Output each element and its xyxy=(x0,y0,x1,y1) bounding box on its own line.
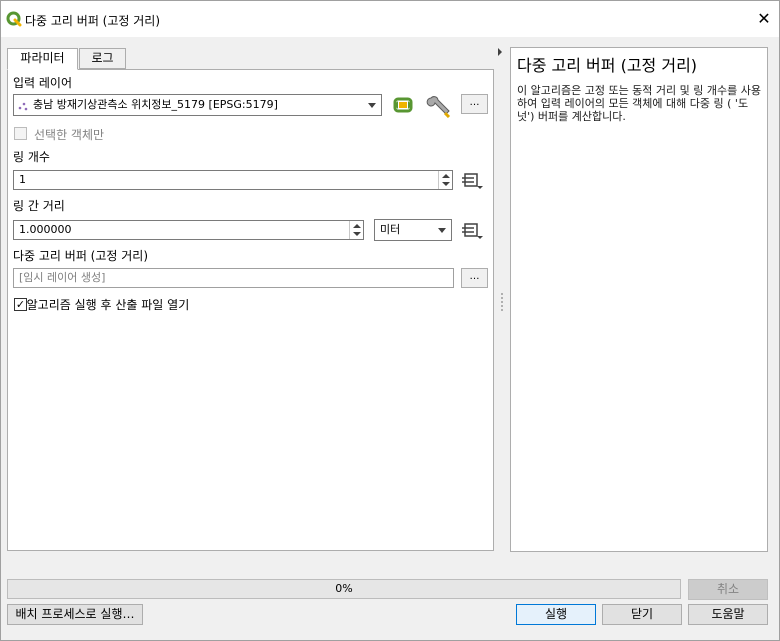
qgis-logo-icon xyxy=(6,11,22,27)
dialog-window: 다중 고리 버퍼 (고정 거리) ✕ 파라미터 로그 입력 레이어 충남 방재기… xyxy=(0,0,780,641)
selected-only-label: 선택한 객체만 xyxy=(34,128,105,142)
tab-log[interactable]: 로그 xyxy=(79,48,126,69)
input-layer-combo[interactable]: 충남 방재기상관측소 위치정보_5179 [EPSG:5179] xyxy=(13,94,382,116)
help-button[interactable]: 도움말 xyxy=(688,604,768,625)
data-defined-override-icon[interactable] xyxy=(461,221,485,241)
output-label: 다중 고리 버퍼 (고정 거리) xyxy=(13,249,149,263)
close-button[interactable]: 닫기 xyxy=(602,604,682,625)
distance-unit-combo[interactable]: 미터 xyxy=(374,219,452,241)
point-layer-icon xyxy=(18,102,28,111)
run-button[interactable]: 실행 xyxy=(516,604,596,625)
tab-parameters[interactable]: 파라미터 xyxy=(7,48,78,70)
collapse-arrow-icon[interactable] xyxy=(498,48,502,56)
output-options-button[interactable]: … xyxy=(461,268,488,288)
help-panel: 다중 고리 버퍼 (고정 거리) 이 알고리즘은 고정 또는 동적 거리 및 링… xyxy=(510,47,768,552)
progress-text: 0% xyxy=(335,582,353,595)
parameters-panel: 입력 레이어 충남 방재기상관측소 위치정보_5179 [EPSG:5179] … xyxy=(7,69,494,551)
output-destination-input[interactable]: [임시 레이어 생성] xyxy=(13,268,454,288)
progress-bar: 0% xyxy=(7,579,681,599)
help-title: 다중 고리 버퍼 (고정 거리) xyxy=(517,56,698,75)
ring-count-input[interactable]: 1 xyxy=(13,170,453,190)
iterate-refresh-icon[interactable] xyxy=(392,95,414,115)
cancel-button[interactable]: 취소 xyxy=(688,579,768,600)
window-title: 다중 고리 버퍼 (고정 거리) xyxy=(25,14,161,28)
help-description: 이 알고리즘은 고정 또는 동적 거리 및 링 개수를 사용하여 입력 레이어의… xyxy=(517,84,761,123)
chevron-down-icon xyxy=(438,228,446,233)
ring-distance-label: 링 간 거리 xyxy=(13,199,65,213)
batch-process-button[interactable]: 배치 프로세스로 실행… xyxy=(7,604,143,625)
chevron-down-icon xyxy=(368,103,376,108)
ring-distance-spinner[interactable] xyxy=(349,221,363,239)
ring-count-label: 링 개수 xyxy=(13,150,50,164)
title-bar: 다중 고리 버퍼 (고정 거리) ✕ xyxy=(1,1,779,37)
ring-count-spinner[interactable] xyxy=(438,171,452,189)
input-layer-value: 충남 방재기상관측소 위치정보_5179 [EPSG:5179] xyxy=(33,98,278,111)
ring-distance-input[interactable]: 1.000000 xyxy=(13,220,364,240)
input-layer-label: 입력 레이어 xyxy=(13,76,73,90)
splitter-handle[interactable] xyxy=(501,293,503,311)
input-layer-options-button[interactable]: … xyxy=(461,94,488,114)
open-after-label: 알고리즘 실행 후 산출 파일 열기 xyxy=(26,298,190,312)
wrench-icon[interactable] xyxy=(426,94,452,118)
data-defined-override-icon[interactable] xyxy=(461,171,485,191)
selected-only-checkbox[interactable] xyxy=(14,127,27,140)
close-window-icon[interactable]: ✕ xyxy=(753,8,775,30)
